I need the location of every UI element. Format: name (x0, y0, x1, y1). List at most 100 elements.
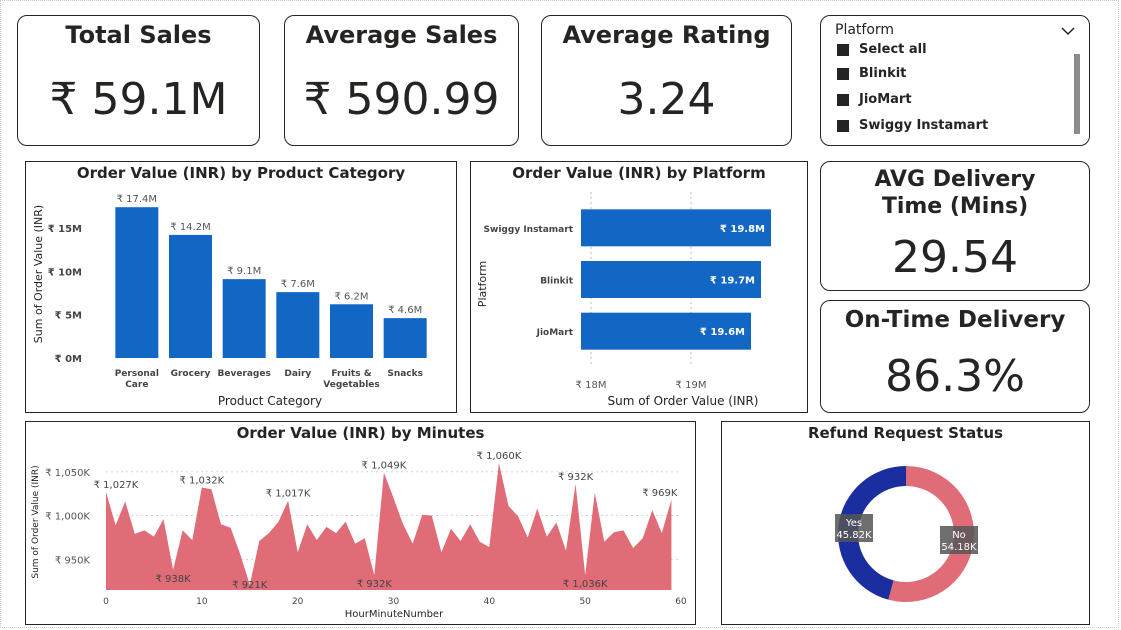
slicer-item-select-all[interactable]: Select all (837, 42, 927, 57)
x-tick-label: 50 (579, 597, 591, 607)
slicer-item-label: Select all (859, 42, 927, 57)
avg-delivery-title: AVG Delivery Time (Mins) (874, 167, 1036, 219)
x-tick-label: 20 (292, 597, 304, 607)
total-sales-card: Total Sales ₹ 59.1M (17, 15, 260, 146)
average-sales-card: Average Sales ₹ 590.99 (284, 15, 519, 146)
data-label: ₹ 932K (357, 579, 393, 590)
x-tick-label: Care (125, 380, 148, 390)
slicer-title: Platform (835, 22, 895, 38)
total-sales-value: ₹ 59.1M (49, 74, 228, 125)
category-bar-chart: Sum of Order Value (INR) Product Categor… (32, 194, 427, 408)
y-tick-label: ₹ 950K (55, 555, 91, 566)
checkbox-icon[interactable] (837, 67, 849, 80)
bar (169, 234, 212, 358)
y-tick-label: ₹ 15M (48, 224, 82, 235)
y-axis-label: Platform (476, 261, 489, 307)
data-label: ₹ 6.2M (334, 291, 368, 302)
data-label: ₹ 19.6M (700, 327, 745, 338)
y-tick-label: Blinkit (540, 277, 574, 287)
x-tick-label: Snacks (387, 369, 423, 379)
avg-delivery-value: 29.54 (892, 232, 1018, 283)
on-time-title: On-Time Delivery (844, 307, 1066, 333)
bar (330, 304, 373, 358)
x-tick-label: ₹ 19M (676, 380, 707, 391)
average-sales-title: Average Sales (305, 21, 498, 49)
x-tick-label: 40 (484, 597, 496, 607)
data-label: ₹ 14.2M (170, 222, 210, 233)
slicer-item-blinkit[interactable]: Blinkit (837, 66, 906, 81)
y-tick-label: JioMart (536, 328, 574, 338)
y-tick-label: ₹ 1,050K (45, 468, 90, 479)
x-axis-label: Sum of Order Value (INR) (607, 394, 758, 408)
y-tick-label: ₹ 1,000K (45, 512, 90, 523)
data-label: ₹ 17.4M (117, 194, 157, 205)
average-rating-card: Average Rating 3.24 (541, 15, 792, 146)
checkbox-icon[interactable] (837, 119, 849, 132)
category-chart-card: Order Value (INR) by Product Category Su… (25, 161, 457, 413)
slicer-item-swiggy-instamart[interactable]: Swiggy Instamart (837, 118, 988, 133)
platform-chart-card: Order Value (INR) by Platform Platform S… (470, 161, 808, 413)
data-label: ₹ 938K (155, 574, 191, 585)
checkbox-icon[interactable] (837, 93, 849, 106)
data-label: ₹ 7.6M (281, 279, 315, 290)
data-label: ₹ 1,049K (362, 461, 407, 472)
category-label: No (952, 530, 966, 541)
slicer-item-label: Blinkit (859, 66, 907, 81)
total-sales-title: Total Sales (65, 21, 212, 49)
bar (383, 318, 427, 358)
data-label: ₹ 9.1M (227, 266, 261, 277)
data-label: ₹ 932K (558, 472, 594, 483)
refund-chart-card: Refund Request Status Yes 45.82K No 54.18K (721, 421, 1090, 625)
x-tick-label: 60 (675, 597, 687, 607)
data-label: ₹ 1,036K (563, 579, 608, 590)
slicer-item-label: JioMart (859, 92, 912, 107)
data-label: ₹ 1,017K (266, 489, 311, 500)
data-label: 54.18K (941, 542, 977, 553)
y-tick-label: ₹ 10M (48, 267, 82, 278)
on-time-card: On-Time Delivery 86.3% (820, 300, 1090, 413)
x-tick-label: 0 (103, 597, 109, 607)
slicer-item-label: Swiggy Instamart (859, 118, 989, 133)
data-label: ₹ 1,060K (477, 451, 522, 462)
platform-bar-chart: Platform Sum of Order Value (INR) ₹ 18M ₹… (476, 192, 771, 408)
data-label: ₹ 19.8M (720, 224, 765, 235)
refund-donut-chart: Yes45.82K No54.18K (835, 466, 978, 602)
data-label: ₹ 19.7M (710, 276, 755, 287)
y-axis-label: Sum of Order Value (INR) (31, 465, 41, 578)
platform-slicer[interactable]: Platform Select all Blinkit JioMart Swig… (820, 15, 1090, 146)
x-tick-label: ₹ 18M (576, 380, 607, 391)
data-label: ₹ 1,032K (179, 476, 224, 487)
data-label: ₹ 969K (642, 488, 678, 499)
slicer-item-jiomart[interactable]: JioMart (837, 92, 912, 107)
y-tick-label: Swiggy Instamart (484, 225, 574, 235)
slicer-scrollbar[interactable] (1074, 54, 1080, 134)
x-tick-label: Beverages (217, 369, 270, 379)
y-tick-label: ₹ 5M (55, 311, 82, 322)
bar (222, 279, 266, 358)
x-tick-label: 30 (388, 597, 400, 607)
data-label: ₹ 4.6M (388, 305, 422, 316)
x-axis-label: HourMinuteNumber (345, 609, 444, 620)
checkbox-icon[interactable] (837, 43, 849, 56)
x-tick-label: Personal (115, 369, 159, 379)
x-tick-label: Vegetables (323, 380, 380, 390)
average-sales-value: ₹ 590.99 (303, 74, 500, 125)
x-tick-label: 10 (196, 597, 208, 607)
data-label: 45.82K (836, 530, 872, 541)
category-label: Yes (845, 518, 862, 529)
y-tick-label: ₹ 0M (55, 354, 82, 365)
x-tick-label: Fruits & (331, 369, 371, 379)
avg-delivery-card: AVG Delivery Time (Mins) 29.54 (820, 161, 1090, 291)
y-axis-label: Sum of Order Value (INR) (32, 205, 45, 343)
average-rating-value: 3.24 (617, 74, 716, 125)
bar (115, 207, 159, 358)
chevron-down-icon[interactable] (1061, 24, 1075, 40)
average-rating-title: Average Rating (562, 21, 771, 49)
minutes-chart-card: Order Value (INR) by Minutes Sum of Orde… (25, 421, 696, 625)
bar (276, 292, 320, 358)
x-tick-label: Grocery (171, 369, 211, 379)
x-axis-label: Product Category (218, 394, 322, 408)
data-label: ₹ 921K (232, 580, 268, 591)
minutes-area-chart: Sum of Order Value (INR) HourMinuteNumbe… (31, 451, 687, 620)
data-label: ₹ 1,027K (94, 480, 139, 491)
